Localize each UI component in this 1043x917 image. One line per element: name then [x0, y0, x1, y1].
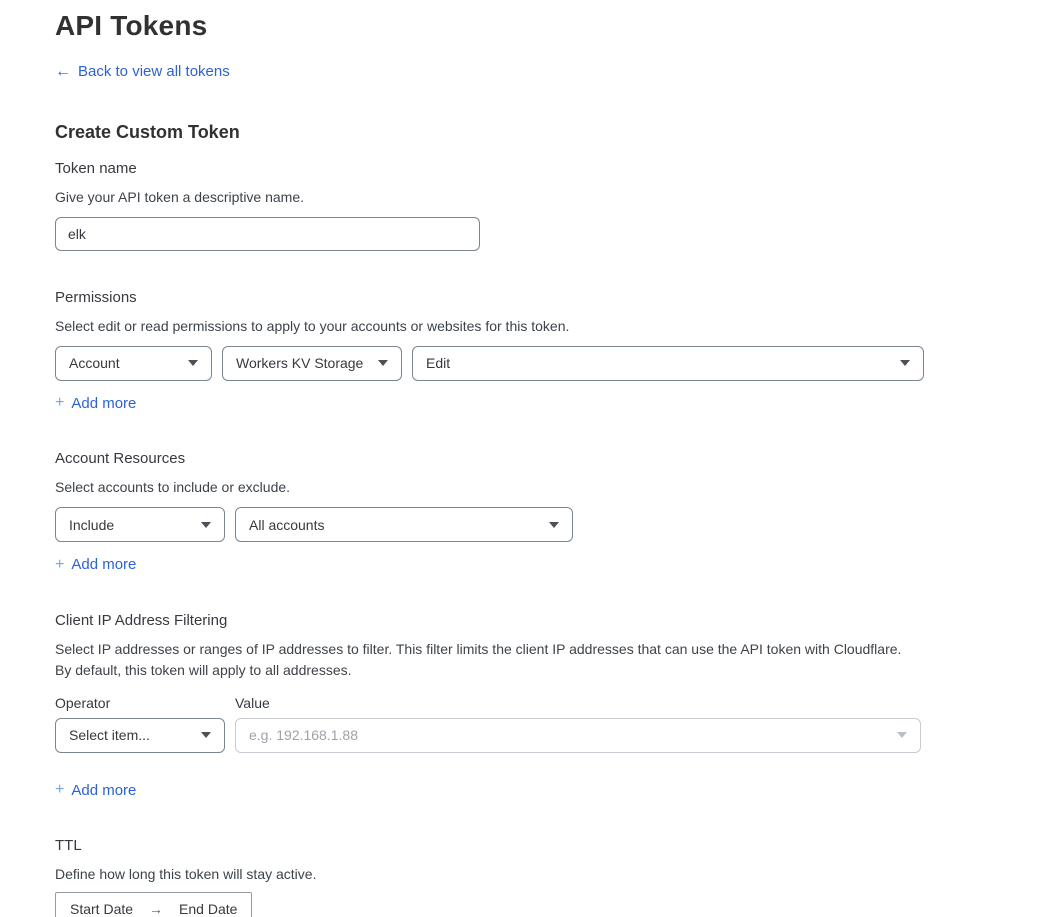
plus-icon: +	[55, 557, 64, 573]
accounts-select[interactable]: All accounts	[235, 507, 573, 542]
end-date-field[interactable]: End Date	[179, 901, 237, 917]
add-more-label: Add more	[71, 782, 136, 799]
accounts-select-value: All accounts	[249, 517, 324, 533]
ip-filtering-description: Select IP addresses or ranges of IP addr…	[55, 639, 917, 681]
permission-level-select[interactable]: Edit	[412, 346, 924, 381]
start-date-field[interactable]: Start Date	[70, 901, 133, 917]
ip-filtering-section: Client IP Address Filtering Select IP ad…	[55, 612, 1043, 800]
ttl-description: Define how long this token will stay act…	[55, 864, 917, 885]
permission-group-value: Workers KV Storage	[236, 355, 363, 371]
token-name-section: Token name Give your API token a descrip…	[55, 160, 1043, 251]
permissions-section: Permissions Select edit or read permissi…	[55, 289, 1043, 413]
ip-filtering-label: Client IP Address Filtering	[55, 612, 1043, 629]
include-exclude-select[interactable]: Include	[55, 507, 225, 542]
chevron-down-icon	[897, 732, 907, 738]
left-arrow-icon: ←	[55, 64, 71, 80]
page-title: API Tokens	[55, 10, 1043, 42]
permission-scope-value: Account	[69, 355, 120, 371]
date-range-picker[interactable]: Start Date → End Date	[55, 892, 252, 917]
account-resources-section: Account Resources Select accounts to inc…	[55, 450, 1043, 574]
ttl-section: TTL Define how long this token will stay…	[55, 837, 1043, 917]
operator-label: Operator	[55, 695, 235, 711]
plus-icon: +	[55, 782, 64, 798]
add-more-label: Add more	[71, 556, 136, 573]
permissions-add-more-link[interactable]: + Add more	[55, 395, 136, 412]
back-to-tokens-link[interactable]: ← Back to view all tokens	[55, 63, 230, 80]
back-link-label: Back to view all tokens	[78, 63, 230, 80]
token-name-input[interactable]	[55, 217, 480, 251]
plus-icon: +	[55, 395, 64, 411]
value-label: Value	[235, 695, 270, 711]
chevron-down-icon	[378, 360, 388, 366]
chevron-down-icon	[201, 732, 211, 738]
ip-value-input[interactable]	[249, 727, 887, 743]
create-custom-token-heading: Create Custom Token	[55, 122, 1043, 143]
chevron-down-icon	[900, 360, 910, 366]
token-name-description: Give your API token a descriptive name.	[55, 187, 917, 208]
account-resources-description: Select accounts to include or exclude.	[55, 477, 917, 498]
chevron-down-icon	[201, 522, 211, 528]
permission-group-select[interactable]: Workers KV Storage	[222, 346, 402, 381]
add-more-label: Add more	[71, 395, 136, 412]
permission-scope-select[interactable]: Account	[55, 346, 212, 381]
right-arrow-icon: →	[149, 901, 163, 917]
permission-level-value: Edit	[426, 355, 450, 371]
ip-value-combobox[interactable]	[235, 718, 921, 753]
api-tokens-page: API Tokens ← Back to view all tokens Cre…	[0, 0, 1043, 917]
chevron-down-icon	[188, 360, 198, 366]
token-name-label: Token name	[55, 160, 1043, 177]
account-resources-add-more-link[interactable]: + Add more	[55, 556, 136, 573]
permissions-description: Select edit or read permissions to apply…	[55, 316, 917, 337]
ip-filtering-add-more-link[interactable]: + Add more	[55, 782, 136, 799]
chevron-down-icon	[549, 522, 559, 528]
ip-operator-value: Select item...	[69, 727, 150, 743]
ttl-label: TTL	[55, 837, 1043, 854]
account-resources-label: Account Resources	[55, 450, 1043, 467]
ip-operator-select[interactable]: Select item...	[55, 718, 225, 753]
include-exclude-value: Include	[69, 517, 114, 533]
permissions-label: Permissions	[55, 289, 1043, 306]
